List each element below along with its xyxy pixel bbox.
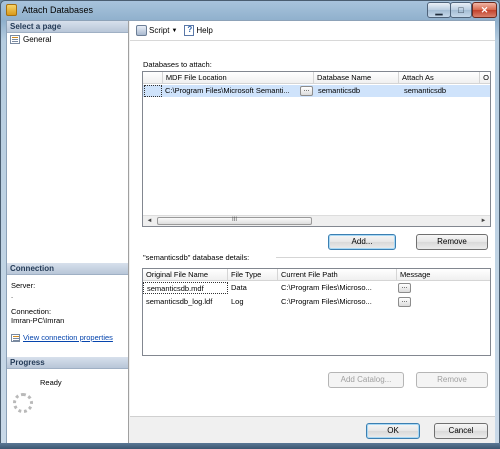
browse-path-button[interactable]: ... xyxy=(398,297,411,307)
view-connection-properties[interactable]: View connection properties xyxy=(11,333,113,342)
connection-value: Imran-PC\Imran xyxy=(11,316,65,325)
properties-icon xyxy=(11,333,20,342)
add-catalog-button[interactable]: Add Catalog... xyxy=(328,372,404,388)
mdf-location-value: C:\Program Files\Microsoft Semanti... xyxy=(165,86,290,95)
dialog-client-area: Select a page General Connection Server:… xyxy=(6,20,495,444)
cancel-button[interactable]: Cancel xyxy=(434,423,488,439)
remove-button[interactable]: Remove xyxy=(416,234,488,250)
column-header-selector[interactable] xyxy=(143,72,163,84)
toolbar: Script ▼ Help xyxy=(130,21,495,41)
window-title: Attach Databases xyxy=(22,5,94,15)
group-divider xyxy=(276,257,491,258)
script-icon xyxy=(136,25,147,36)
database-icon xyxy=(6,4,17,16)
column-header-mdf-location[interactable]: MDF File Location xyxy=(163,72,315,84)
page-icon xyxy=(10,35,20,44)
remove-catalog-button[interactable]: Remove xyxy=(416,372,488,388)
horizontal-scrollbar[interactable]: ◄ III ► xyxy=(143,215,490,226)
current-file-path-value: C:\Program Files\Microso... xyxy=(281,297,372,306)
connection-header: Connection xyxy=(7,263,128,275)
scroll-right-icon[interactable]: ► xyxy=(478,216,489,226)
browse-path-cell[interactable]: ... xyxy=(397,296,417,308)
ok-button[interactable]: OK xyxy=(366,423,420,439)
databases-grid-header: MDF File Location Database Name Attach A… xyxy=(143,72,490,84)
current-file-path-cell[interactable]: C:\Program Files\Microso... xyxy=(278,282,397,294)
main-panel: Script ▼ Help Databases to attach: MDF F… xyxy=(130,21,495,444)
column-header-file-type[interactable]: File Type xyxy=(228,269,278,281)
current-file-path-cell[interactable]: C:\Program Files\Microso... xyxy=(278,296,397,308)
title-bar[interactable]: Attach Databases ▁ □ ✕ xyxy=(1,1,499,20)
left-panel: Select a page General Connection Server:… xyxy=(7,21,129,444)
attach-databases-window: Attach Databases ▁ □ ✕ Select a page Gen… xyxy=(0,0,500,449)
details-grid-header: Original File Name File Type Current Fil… xyxy=(143,269,490,281)
progress-spinner-icon xyxy=(13,393,33,413)
table-row[interactable]: semanticsdb_log.ldf Log C:\Program Files… xyxy=(143,296,490,308)
attach-as-cell[interactable]: semanticsdb xyxy=(401,85,483,97)
browse-path-cell[interactable]: ... xyxy=(397,282,417,294)
script-button[interactable]: Script ▼ xyxy=(136,25,177,36)
details-grid: Original File Name File Type Current Fil… xyxy=(142,268,491,356)
server-label: Server: xyxy=(11,281,36,290)
script-label: Script xyxy=(149,26,170,35)
column-header-attach-as[interactable]: Attach As xyxy=(399,72,481,84)
browse-path-button[interactable]: ... xyxy=(398,283,411,293)
close-button[interactable]: ✕ xyxy=(472,2,497,18)
row-selector[interactable] xyxy=(144,85,162,97)
table-row[interactable]: C:\Program Files\Microsoft Semanti... ..… xyxy=(143,85,490,97)
maximize-button[interactable]: □ xyxy=(450,2,472,18)
original-file-name-cell[interactable]: semanticsdb_log.ldf xyxy=(143,296,228,308)
column-header-owner[interactable]: O xyxy=(480,72,490,84)
chevron-down-icon[interactable]: ▼ xyxy=(171,28,177,34)
database-details-label: "semanticsdb" database details: xyxy=(143,253,250,262)
connection-label: Connection: xyxy=(11,307,52,316)
dialog-footer: OK Cancel xyxy=(130,416,495,444)
column-header-message[interactable]: Message xyxy=(397,269,490,281)
progress-header: Progress xyxy=(7,357,128,369)
taskbar xyxy=(0,443,500,449)
column-header-database-name[interactable]: Database Name xyxy=(314,72,400,84)
minimize-button[interactable]: ▁ xyxy=(427,2,451,18)
page-item-label: General xyxy=(23,35,52,44)
add-button[interactable]: Add... xyxy=(328,234,396,250)
browse-mdf-button[interactable]: ... xyxy=(300,86,313,96)
column-header-current-file-path[interactable]: Current File Path xyxy=(278,269,397,281)
select-page-header: Select a page xyxy=(7,21,128,33)
column-header-original-file-name[interactable]: Original File Name xyxy=(143,269,228,281)
original-file-name-cell[interactable]: semanticsdb.mdf xyxy=(143,282,228,294)
mdf-location-cell[interactable]: C:\Program Files\Microsoft Semanti... ..… xyxy=(162,85,315,97)
help-icon xyxy=(184,25,195,36)
file-type-cell[interactable]: Data xyxy=(228,282,278,294)
current-file-path-value: C:\Program Files\Microso... xyxy=(281,283,372,292)
database-name-cell[interactable]: semanticsdb xyxy=(315,85,401,97)
help-label: Help xyxy=(196,26,213,35)
file-type-cell[interactable]: Log xyxy=(228,296,278,308)
view-connection-properties-link[interactable]: View connection properties xyxy=(23,333,113,342)
databases-grid: MDF File Location Database Name Attach A… xyxy=(142,71,491,227)
progress-status: Ready xyxy=(40,378,62,387)
table-row[interactable]: semanticsdb.mdf Data C:\Program Files\Mi… xyxy=(143,282,490,294)
scroll-thumb[interactable]: III xyxy=(157,217,312,225)
databases-to-attach-label: Databases to attach: xyxy=(143,60,212,69)
help-button[interactable]: Help xyxy=(184,25,213,36)
scroll-left-icon[interactable]: ◄ xyxy=(144,216,155,226)
server-value: . xyxy=(11,291,14,300)
page-item-general[interactable]: General xyxy=(10,35,51,44)
